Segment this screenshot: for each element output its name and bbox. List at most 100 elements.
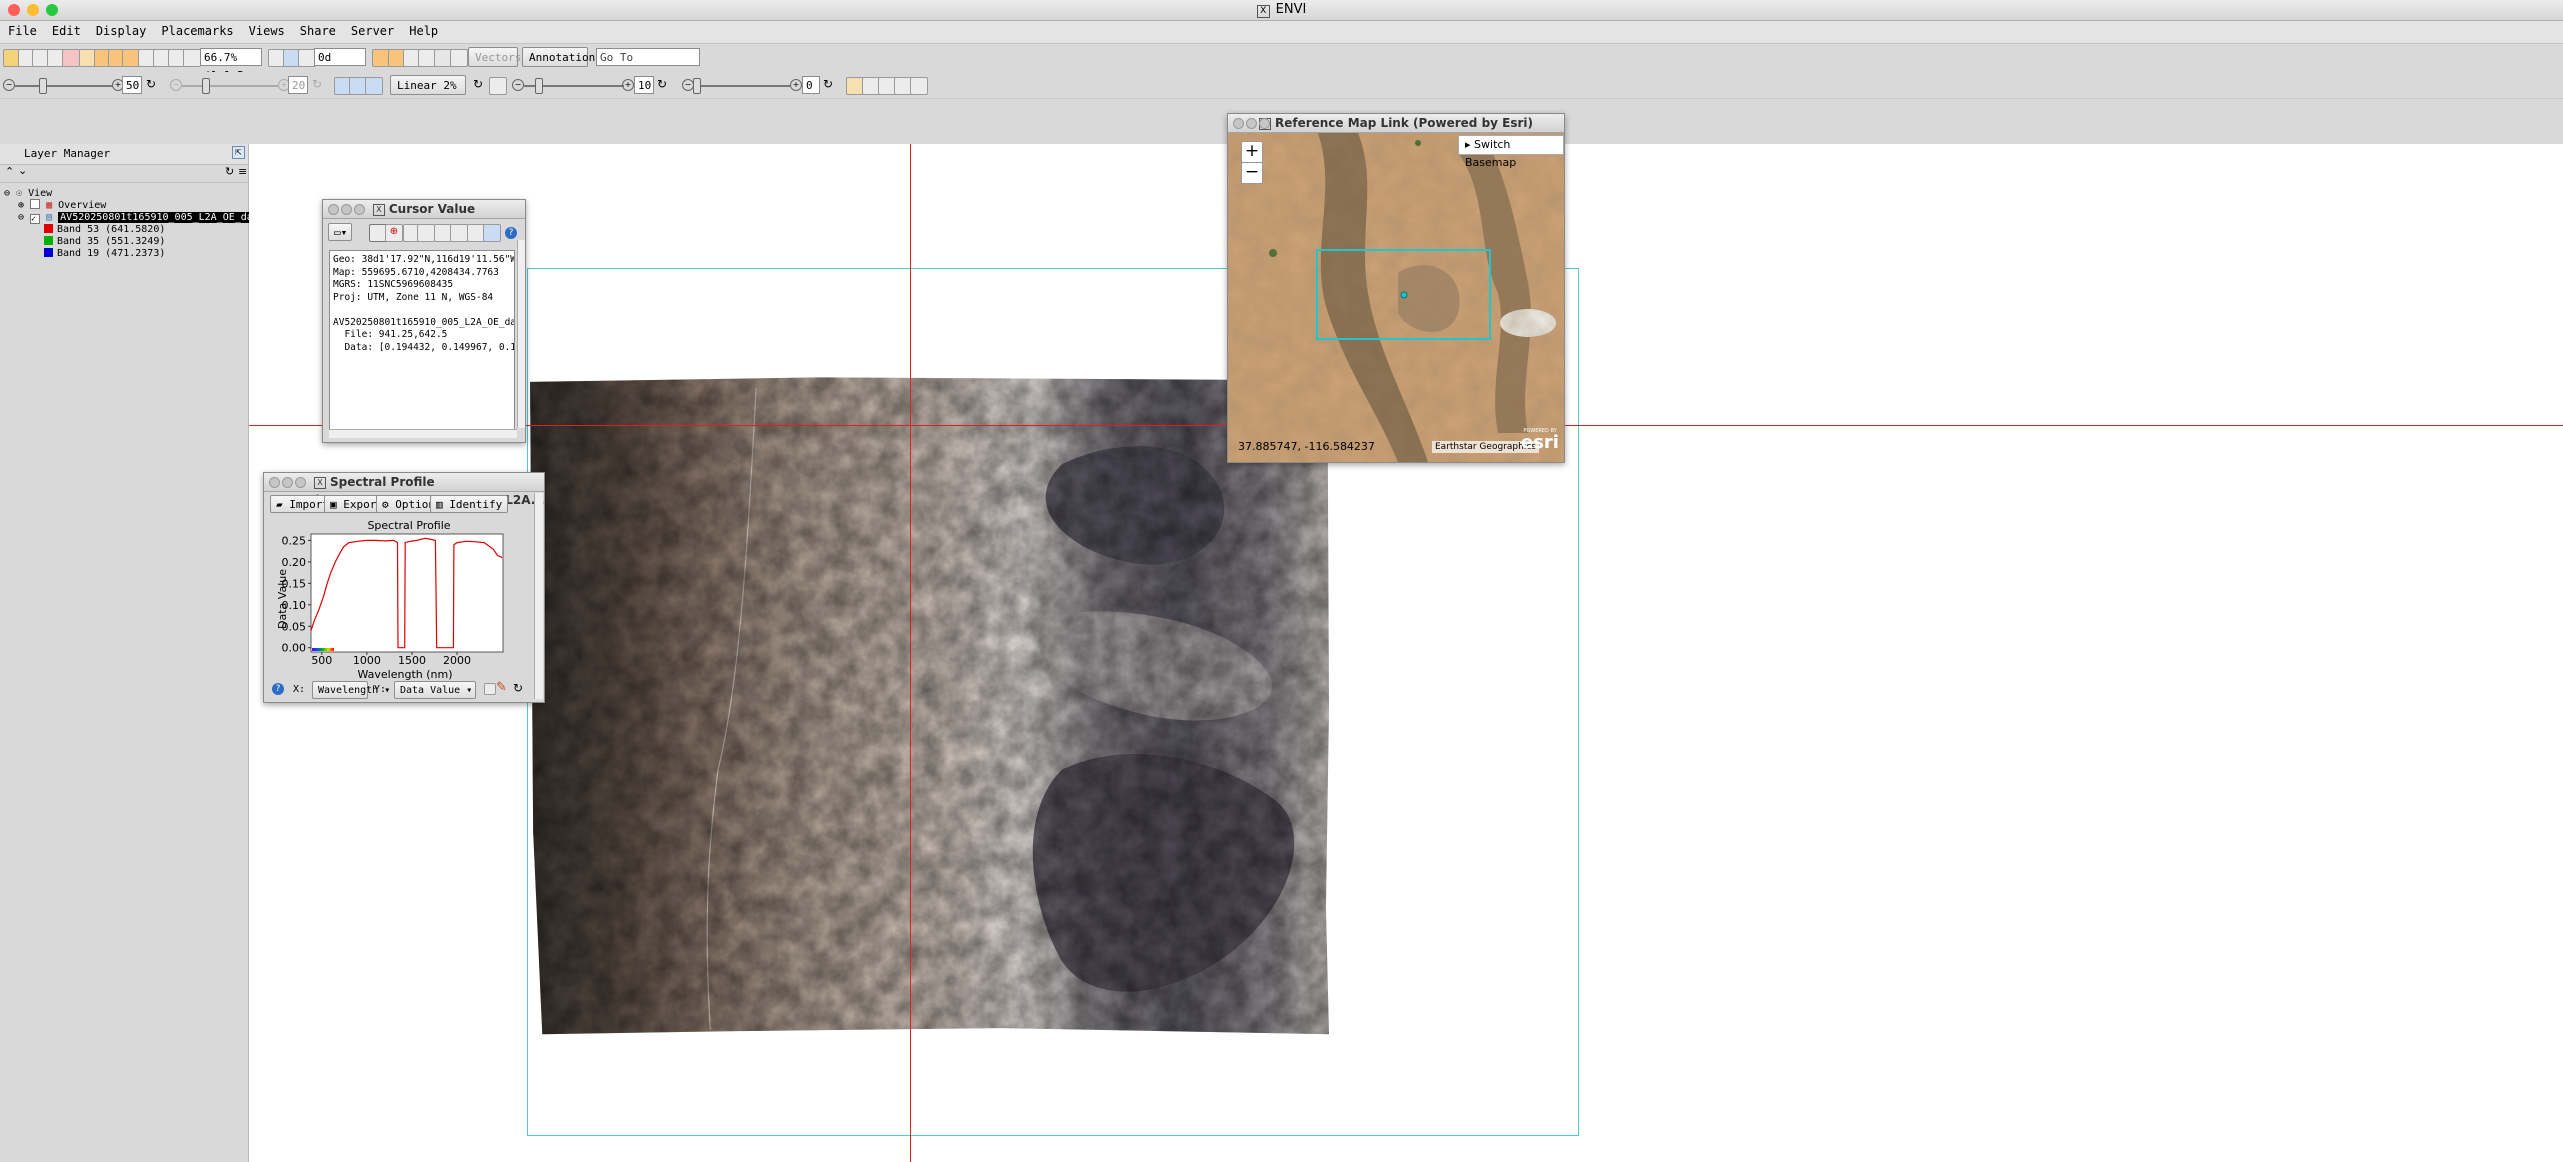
goto-field[interactable]: Go To (596, 48, 700, 66)
menu-display[interactable]: Display (88, 21, 154, 38)
contrast-down-icon[interactable]: − (170, 79, 182, 91)
switch-basemap-button[interactable]: ▸ Switch Basemap (1458, 135, 1564, 169)
map-readout: Map: 559695.6710,4208434.7763 (333, 266, 499, 278)
reference-map-titlebar[interactable]: XReference Map Link (Powered by Esri) (1228, 114, 1564, 133)
view-link-icon[interactable] (910, 77, 928, 95)
band-item-blue[interactable]: Band 19 (471.2373) (44, 246, 165, 262)
identify-icon: ▥ (436, 498, 450, 511)
spectral-plot-area[interactable]: Spectral Profile Data Value Wavelength (… (272, 519, 530, 681)
refresh-layers-icon[interactable]: ↻ (225, 165, 234, 178)
y-tick-label: 0.05 (282, 620, 307, 633)
identify-button[interactable]: ▥ Identify (430, 495, 509, 513)
transparency-reset-icon[interactable]: ↻ (823, 77, 839, 93)
x11-icon: X (1256, 5, 1270, 18)
raster-checkbox[interactable]: ✓ (30, 214, 41, 224)
window-min-dot[interactable] (341, 204, 352, 215)
copy-dropdown-icon[interactable]: ▭▾ (328, 223, 352, 241)
transparency-slider-track (694, 85, 790, 87)
layer-manager-header: Layer Manager (0, 144, 248, 165)
stretch-dropdown[interactable]: Linear 2% (390, 75, 466, 95)
stretch-reset-icon[interactable]: ↻ (473, 77, 489, 93)
contrast-reset-icon[interactable]: ↻ (312, 77, 328, 93)
transparency-slider[interactable] (692, 78, 701, 94)
mgrs-readout: MGRS: 11SNC5969608435 (333, 279, 454, 290)
plot-scrollbar[interactable] (534, 493, 543, 699)
stack-icon[interactable] (483, 224, 501, 242)
refresh-plot-icon[interactable]: ↻ (513, 681, 523, 695)
y-tick-label: 0.25 (282, 534, 307, 547)
menu-share[interactable]: Share (292, 21, 343, 38)
legend-toggle-icon[interactable] (484, 683, 496, 695)
window-max-dot[interactable] (295, 477, 306, 488)
menu-help[interactable]: Help (401, 21, 445, 38)
collapse-icon[interactable]: ⊖ (4, 188, 10, 199)
transparency-field[interactable]: 0 (802, 76, 820, 94)
y-axis-dropdown[interactable]: Data Value ▾ (394, 681, 476, 699)
map-zoom-out-button[interactable]: − (1241, 162, 1263, 184)
window-close-dot[interactable] (269, 477, 280, 488)
brightness-reset-icon[interactable]: ↻ (146, 77, 162, 93)
app-title: X ENVI (0, 2, 2563, 18)
menu-placemarks[interactable]: Placemarks (153, 21, 240, 38)
cursor-value-text: Geo: 38d1'17.92"N,116d19'11.56"W Map: 559… (329, 250, 515, 438)
vertical-scrollbar[interactable] (517, 240, 525, 428)
reference-map-window: XReference Map Link (Powered by Esri) + … (1227, 113, 1565, 463)
transparency-up-icon[interactable]: + (790, 79, 802, 91)
help-icon[interactable]: ? (505, 227, 517, 239)
overview-checkbox[interactable] (30, 199, 41, 209)
window-max-dot[interactable] (354, 204, 365, 215)
rotation-field[interactable]: 0d (314, 48, 366, 66)
collapse-icon[interactable]: ⊖ (18, 212, 24, 223)
sharpen-reset-icon[interactable]: ↻ (657, 77, 673, 93)
window-max-dot[interactable] (1259, 118, 1270, 129)
menu-edit[interactable]: Edit (44, 21, 88, 38)
vectors-dropdown[interactable]: Vectors (468, 47, 521, 67)
red-crosshair-icon[interactable]: ⊕ (385, 224, 403, 242)
menu-views[interactable]: Views (241, 21, 292, 38)
brightness-slider[interactable] (39, 78, 48, 94)
reference-map[interactable]: + − ▸ Switch Basemap 37.885747, -116.584… (1228, 133, 1564, 462)
spectral-profile-window: XSpectral Profile (AV520250801t165910_00… (263, 472, 545, 703)
sharpen-field[interactable]: 10 (634, 76, 654, 94)
cursor-location-dot (1400, 291, 1408, 299)
brightness-field[interactable]: 50 (122, 76, 142, 94)
sharpen-down-icon[interactable]: − (512, 79, 524, 91)
table-icon[interactable] (450, 224, 468, 242)
menu-file[interactable]: File (0, 21, 44, 38)
file-name-readout: AV520250801t165910_005_L2A_OE_da8b3ef7_R… (333, 316, 514, 328)
help-icon[interactable]: ? (272, 683, 284, 695)
annotations-dropdown[interactable]: Annotations (522, 47, 602, 67)
placemark-icon[interactable] (62, 49, 80, 67)
stretch-settings-icon[interactable] (489, 77, 507, 95)
brightness-down-icon[interactable]: − (3, 79, 15, 91)
pencil-icon[interactable]: ✎ (496, 680, 507, 695)
refresh-stretch-icon[interactable] (365, 77, 383, 95)
zoom-full-icon[interactable] (183, 49, 201, 67)
expand-all-icon[interactable]: ⌄ (18, 164, 27, 177)
spectral-profile-titlebar[interactable]: XSpectral Profile (AV520250801t165910_00… (264, 473, 544, 507)
contrast-field[interactable]: 20 (288, 76, 308, 94)
spectral-chart[interactable]: Spectral Profile Data Value Wavelength (… (272, 519, 530, 681)
layer-menu-icon[interactable]: ≡ (238, 165, 247, 178)
sharpen-up-icon[interactable]: + (622, 79, 634, 91)
annotation-tool-icon[interactable] (450, 49, 468, 67)
window-close-dot[interactable] (328, 204, 339, 215)
location-icon[interactable] (417, 224, 435, 242)
sharpen-slider[interactable] (535, 78, 543, 94)
horizontal-scrollbar[interactable] (329, 429, 517, 438)
window-min-dot[interactable] (282, 477, 293, 488)
contrast-slider[interactable] (202, 78, 211, 94)
panel-detach-icon[interactable]: ⇱ (232, 146, 245, 159)
window-min-dot[interactable] (1246, 118, 1257, 129)
hyperspectral-image[interactable] (527, 270, 1329, 1140)
x-axis-dropdown[interactable]: Wavelength ▾ (312, 681, 390, 699)
gear-icon: ⚙ (382, 498, 396, 511)
collapse-all-icon[interactable]: ⌃ (5, 165, 14, 178)
blue-band-swatch (44, 248, 53, 257)
reference-map-title: Reference Map Link (Powered by Esri) (1274, 116, 1534, 130)
menu-server[interactable]: Server (343, 21, 401, 38)
window-close-dot[interactable] (1233, 118, 1244, 129)
zoom-level-field[interactable]: 66.7% (1:1.5 (200, 48, 262, 82)
map-zoom-in-button[interactable]: + (1241, 141, 1263, 163)
cursor-value-titlebar[interactable]: X Cursor Value (323, 200, 525, 219)
